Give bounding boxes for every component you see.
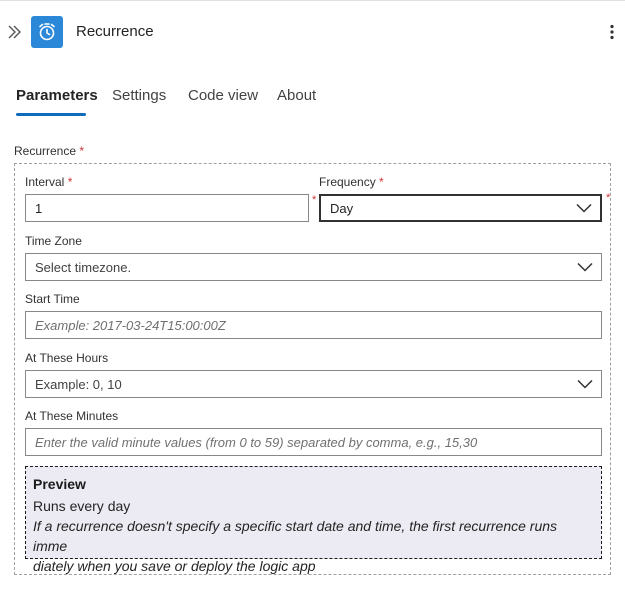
interval-value: 1 bbox=[35, 200, 43, 216]
preview-summary: Runs every day bbox=[33, 498, 131, 514]
preview-note-line-1: If a recurrence doesn't specify a specif… bbox=[33, 518, 558, 554]
preview-note-line-2: diately when you save or deploy the logi… bbox=[33, 558, 316, 574]
at-these-minutes-input[interactable]: Enter the valid minute values (from 0 to… bbox=[25, 428, 602, 456]
tab-settings[interactable]: Settings bbox=[112, 87, 166, 104]
preview-title: Preview bbox=[33, 476, 86, 492]
time-zone-select[interactable]: Select timezone. bbox=[25, 253, 602, 281]
at-these-minutes-label: At These Minutes bbox=[25, 409, 119, 423]
chevron-down-icon bbox=[576, 203, 592, 213]
start-time-input[interactable]: Example: 2017-03-24T15:00:00Z bbox=[25, 311, 602, 339]
at-these-hours-label: At These Hours bbox=[25, 351, 109, 365]
at-these-hours-placeholder: Example: 0, 10 bbox=[35, 376, 122, 392]
action-title: Recurrence bbox=[76, 23, 154, 40]
more-vertical-icon[interactable] bbox=[604, 22, 620, 42]
preview-panel: Preview Runs every day If a recurrence d… bbox=[25, 466, 602, 574]
tab-code-view[interactable]: Code view bbox=[188, 87, 258, 104]
top-divider bbox=[0, 0, 625, 1]
at-these-hours-select[interactable]: Example: 0, 10 bbox=[25, 370, 602, 398]
chevron-down-icon bbox=[577, 379, 593, 389]
time-zone-placeholder: Select timezone. bbox=[35, 259, 132, 275]
required-mark: * bbox=[79, 144, 85, 158]
tab-about[interactable]: About bbox=[277, 87, 316, 104]
frequency-value: Day bbox=[330, 200, 354, 216]
recurrence-section-label: Recurrence * bbox=[14, 144, 85, 158]
at-these-minutes-placeholder: Enter the valid minute values (from 0 to… bbox=[35, 434, 478, 450]
alarm-clock-icon bbox=[31, 16, 63, 48]
tab-parameters[interactable]: Parameters bbox=[16, 87, 98, 104]
time-zone-label: Time Zone bbox=[25, 234, 82, 248]
start-time-label: Start Time bbox=[25, 292, 80, 306]
interval-required-mark: * bbox=[312, 194, 317, 206]
active-tab-indicator bbox=[16, 113, 86, 116]
double-chevron-right-icon[interactable] bbox=[6, 22, 24, 42]
interval-label: Interval * bbox=[25, 175, 73, 189]
frequency-label: Frequency * bbox=[319, 175, 384, 189]
start-time-placeholder: Example: 2017-03-24T15:00:00Z bbox=[35, 317, 226, 333]
frequency-select[interactable]: Day bbox=[319, 194, 602, 222]
frequency-required-mark: * bbox=[606, 192, 611, 204]
chevron-down-icon bbox=[577, 262, 593, 272]
interval-input[interactable]: 1 bbox=[25, 194, 309, 222]
